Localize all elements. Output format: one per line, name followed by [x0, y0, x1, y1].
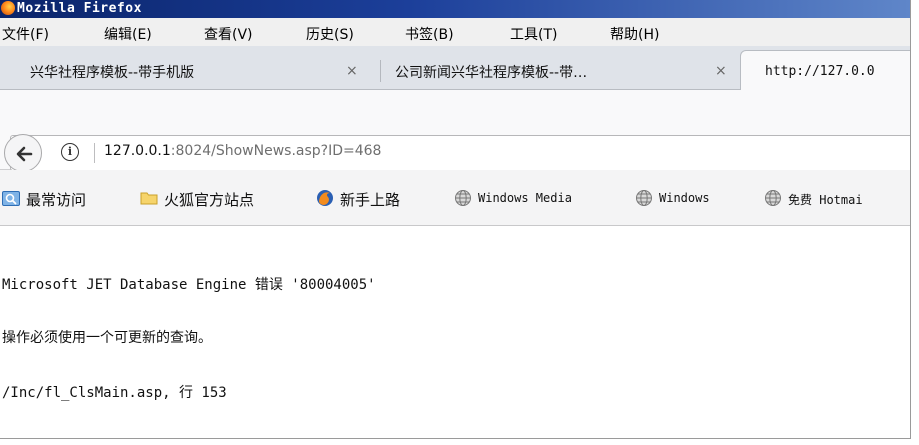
bookmark-free-hotmail[interactable]: 免费 Hotmai [764, 188, 910, 210]
title-bar: Mozilla Firefox [0, 0, 910, 18]
back-arrow-icon [16, 146, 33, 162]
menu-edit[interactable]: 编辑(E) [104, 24, 152, 44]
firefox-icon [1, 1, 15, 15]
bookmark-windows-media[interactable]: Windows Media [454, 188, 624, 210]
tab-label: 公司新闻兴华社程序模板--带… [395, 65, 588, 81]
tab-close-icon[interactable]: × [715, 63, 727, 79]
folder-icon [140, 192, 158, 205]
page-content: Microsoft JET Database Engine 错误 '800040… [0, 227, 910, 438]
globe-icon [455, 190, 471, 206]
window-title: Mozilla Firefox [17, 1, 142, 16]
browser-window: Mozilla Firefox 文件(F) 编辑(E) 查看(V) 历史(S) … [0, 0, 911, 439]
menu-help[interactable]: 帮助(H) [610, 24, 659, 44]
most-visited-icon [2, 191, 20, 206]
bookmark-label: 新手上路 [340, 191, 401, 209]
back-button[interactable] [4, 134, 42, 172]
bookmark-firefox-official[interactable]: 火狐官方站点 [140, 188, 290, 210]
bookmark-label: 免费 Hotmai [788, 193, 863, 207]
bookmark-label: 火狐官方站点 [164, 191, 255, 209]
globe-icon [636, 190, 652, 206]
tab-company-news[interactable]: 公司新闻兴华社程序模板--带… × [395, 56, 735, 90]
menu-view[interactable]: 查看(V) [204, 24, 253, 44]
menu-tools[interactable]: 工具(T) [510, 24, 557, 44]
bookmark-most-visited[interactable]: 最常访问 [2, 188, 122, 210]
error-heading: Microsoft JET Database Engine 错误 '800040… [2, 277, 376, 293]
firefox-icon [317, 190, 333, 206]
url-path: :8024/ShowNews.asp?ID=468 [170, 143, 382, 159]
globe-icon [765, 190, 781, 206]
menu-file[interactable]: 文件(F) [2, 24, 49, 44]
bookmark-windows[interactable]: Windows [635, 188, 750, 210]
bookmark-getting-started[interactable]: 新手上路 [316, 188, 426, 210]
error-location: /Inc/fl_ClsMain.asp, 行 153 [2, 385, 227, 401]
url-text[interactable]: 127.0.0.1:8024/ShowNews.asp?ID=468 [104, 143, 381, 159]
tab-close-icon[interactable]: × [346, 63, 358, 79]
url-divider [94, 143, 95, 163]
tab-label: 兴华社程序模板--带手机版 [30, 65, 195, 81]
url-host: 127.0.0.1 [104, 143, 171, 159]
bookmarks-toolbar: 最常访问 火狐官方站点 新手上路 Windows Media Windows 免… [0, 170, 910, 226]
bookmark-label: Windows [659, 191, 710, 205]
bookmark-label: 最常访问 [26, 191, 87, 209]
site-info-icon[interactable]: i [61, 143, 79, 161]
navigation-bar: i 127.0.0.1:8024/ShowNews.asp?ID=468 [0, 90, 910, 172]
bookmark-label: Windows Media [478, 191, 572, 205]
error-message: 操作必须使用一个可更新的查询。 [2, 330, 212, 346]
menu-history[interactable]: 历史(S) [306, 24, 354, 44]
tab-label: http://127.0.0 [765, 64, 875, 79]
tab-active[interactable]: http://127.0.0 [740, 50, 910, 90]
tab-template-mobile[interactable]: 兴华社程序模板--带手机版 × [30, 56, 375, 90]
tab-divider [380, 60, 381, 82]
menu-bookmarks[interactable]: 书签(B) [405, 24, 454, 44]
menu-bar: 文件(F) 编辑(E) 查看(V) 历史(S) 书签(B) 工具(T) 帮助(H… [0, 18, 910, 46]
